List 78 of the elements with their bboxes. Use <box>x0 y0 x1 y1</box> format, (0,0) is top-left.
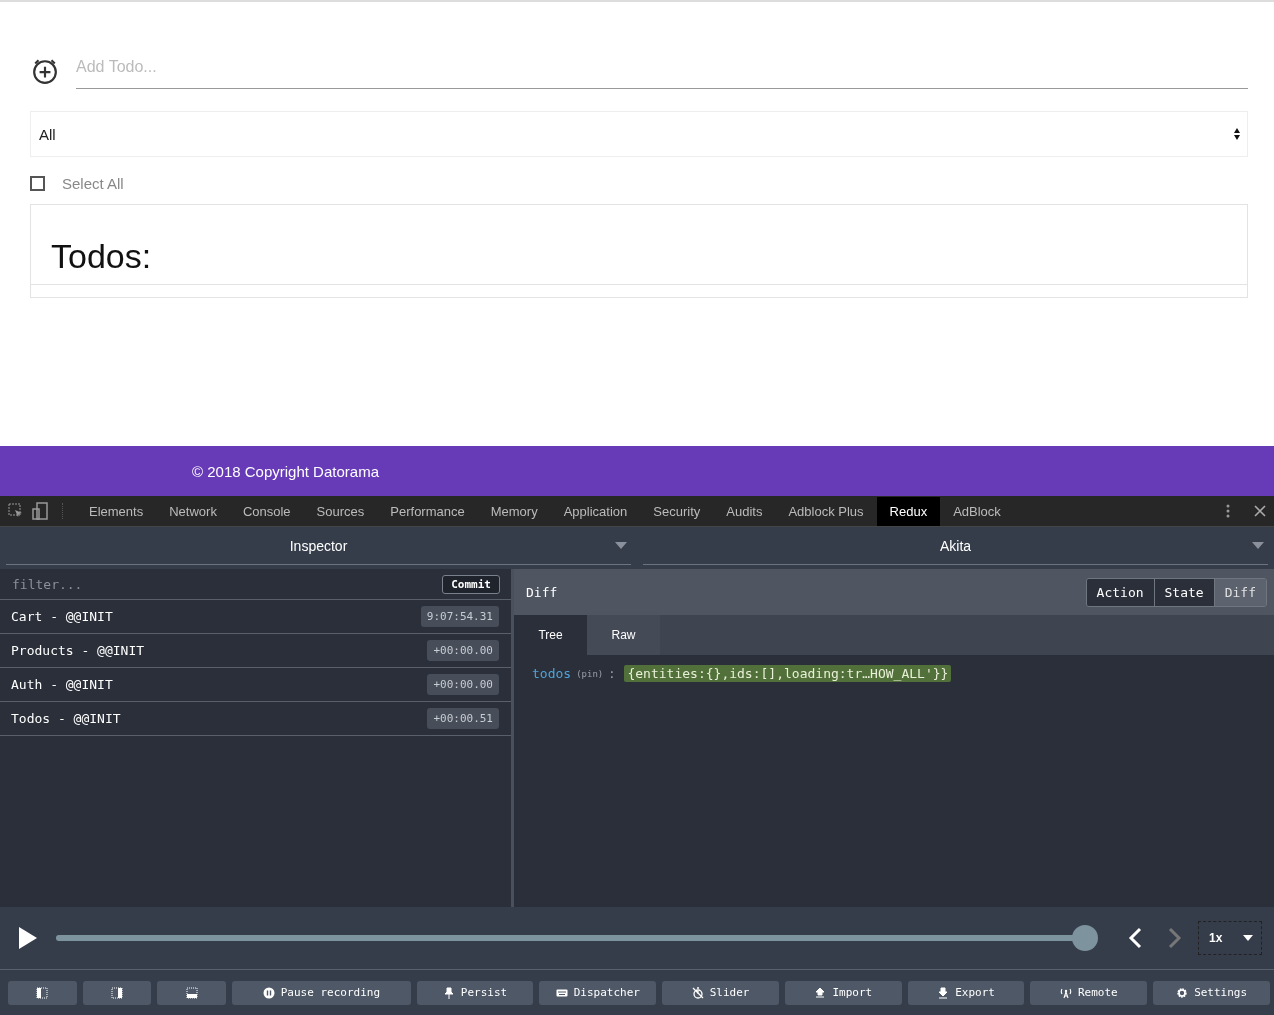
select-all-label: Select All <box>62 175 124 192</box>
filter-select[interactable]: All <box>30 111 1248 157</box>
devtools-tab[interactable]: Memory <box>477 496 551 526</box>
devtools-tab[interactable]: Elements <box>76 496 157 526</box>
action-time: 9:07:54.31 <box>420 606 499 627</box>
device-icon[interactable] <box>32 502 48 520</box>
devtools-tab[interactable]: Audits <box>713 496 776 526</box>
commit-button[interactable]: Commit <box>442 574 500 594</box>
monitor-select[interactable]: Inspector <box>6 527 631 565</box>
state-key[interactable]: todos <box>532 666 572 681</box>
caret-icon <box>1252 542 1264 549</box>
copyright-text: © 2018 Copyright Datorama <box>192 462 379 480</box>
antenna-icon <box>1059 986 1072 999</box>
layout-bottom-icon <box>185 986 198 999</box>
toolbar-button[interactable]: Settings <box>1153 980 1270 1005</box>
upload-icon <box>814 986 827 999</box>
select-all-checkbox[interactable] <box>30 176 45 191</box>
toolbar-button[interactable]: Remote <box>1030 980 1148 1005</box>
devtools-tab[interactable]: Performance <box>377 496 478 526</box>
todos-heading: Todos: <box>51 237 153 276</box>
mode-tab[interactable]: State <box>1153 578 1214 606</box>
monitor-select[interactable]: Akita <box>643 527 1268 565</box>
updown-caret-icon <box>1233 127 1241 141</box>
pin-hint[interactable]: (pin) <box>576 668 604 679</box>
action-time: +00:00.00 <box>427 674 499 695</box>
devtools-tab[interactable]: Security <box>640 496 714 526</box>
toolbar-button[interactable]: Export <box>907 980 1025 1005</box>
key-separator: : <box>608 666 616 681</box>
timeline-slider[interactable] <box>56 925 1098 951</box>
caret-icon <box>1243 935 1253 941</box>
speed-select[interactable]: 1x <box>1198 921 1262 955</box>
toolbar-button[interactable]: Persist <box>416 980 534 1005</box>
devtools-tab[interactable]: Adblock Plus <box>775 496 877 526</box>
devtools-tab[interactable]: Sources <box>303 496 378 526</box>
action-name: Cart - @@INIT <box>11 609 113 624</box>
detail-title: Diff <box>526 584 558 600</box>
toolbar-button[interactable]: Dispatcher <box>539 980 657 1005</box>
chevron-left-icon[interactable] <box>1128 927 1142 949</box>
state-value: {entities:{},ids:[],loading:tr…HOW_ALL'}} <box>624 665 952 682</box>
view-tab[interactable]: Raw <box>587 615 660 655</box>
action-item[interactable]: Todos - @@INIT +00:00.51 <box>0 702 511 736</box>
filter-input[interactable]: filter... <box>10 575 443 593</box>
caret-icon <box>615 542 627 549</box>
mode-tab[interactable]: Action <box>1086 578 1154 606</box>
layout-left-icon <box>36 986 49 999</box>
devtools-tab[interactable]: Network <box>156 496 230 526</box>
play-icon[interactable] <box>18 926 38 950</box>
toolbar-button[interactable]: Import <box>784 980 902 1005</box>
view-tab[interactable]: Tree <box>514 615 587 655</box>
layout-right-icon <box>111 986 124 999</box>
action-item[interactable]: Products - @@INIT +00:00.00 <box>0 634 511 668</box>
close-icon[interactable] <box>1254 505 1266 517</box>
action-time: +00:00.51 <box>427 708 499 729</box>
action-name: Todos - @@INIT <box>11 711 121 726</box>
toolbar-button[interactable]: Pause recording <box>232 980 411 1005</box>
action-name: Products - @@INIT <box>11 643 145 658</box>
layout-button[interactable] <box>82 980 152 1005</box>
layout-button[interactable] <box>8 980 77 1005</box>
stopwatch-icon <box>691 986 704 999</box>
devtools-tab[interactable]: AdBlock <box>940 496 1014 526</box>
toolbar-button[interactable]: Slider <box>662 980 779 1005</box>
devtools-tab[interactable]: Console <box>229 496 304 526</box>
more-vertical-icon[interactable] <box>1226 504 1230 518</box>
action-item[interactable]: Auth - @@INIT +00:00.00 <box>0 668 511 702</box>
settings-icon <box>1176 986 1189 999</box>
layout-button[interactable] <box>157 980 227 1005</box>
pause-icon <box>262 986 275 999</box>
mode-tab[interactable]: Diff <box>1213 578 1266 606</box>
devtools-tab[interactable]: Redux <box>876 496 941 526</box>
add-circle-icon[interactable] <box>32 57 58 84</box>
devtools-tab[interactable]: Application <box>550 496 641 526</box>
pin-icon <box>442 986 455 999</box>
slider-thumb[interactable] <box>1072 925 1098 951</box>
action-item[interactable]: Cart - @@INIT 9:07:54.31 <box>0 600 511 634</box>
download-icon <box>937 986 950 999</box>
inspect-cursor-icon[interactable] <box>8 503 24 519</box>
action-time: +00:00.00 <box>427 640 499 661</box>
action-name: Auth - @@INIT <box>11 677 113 692</box>
